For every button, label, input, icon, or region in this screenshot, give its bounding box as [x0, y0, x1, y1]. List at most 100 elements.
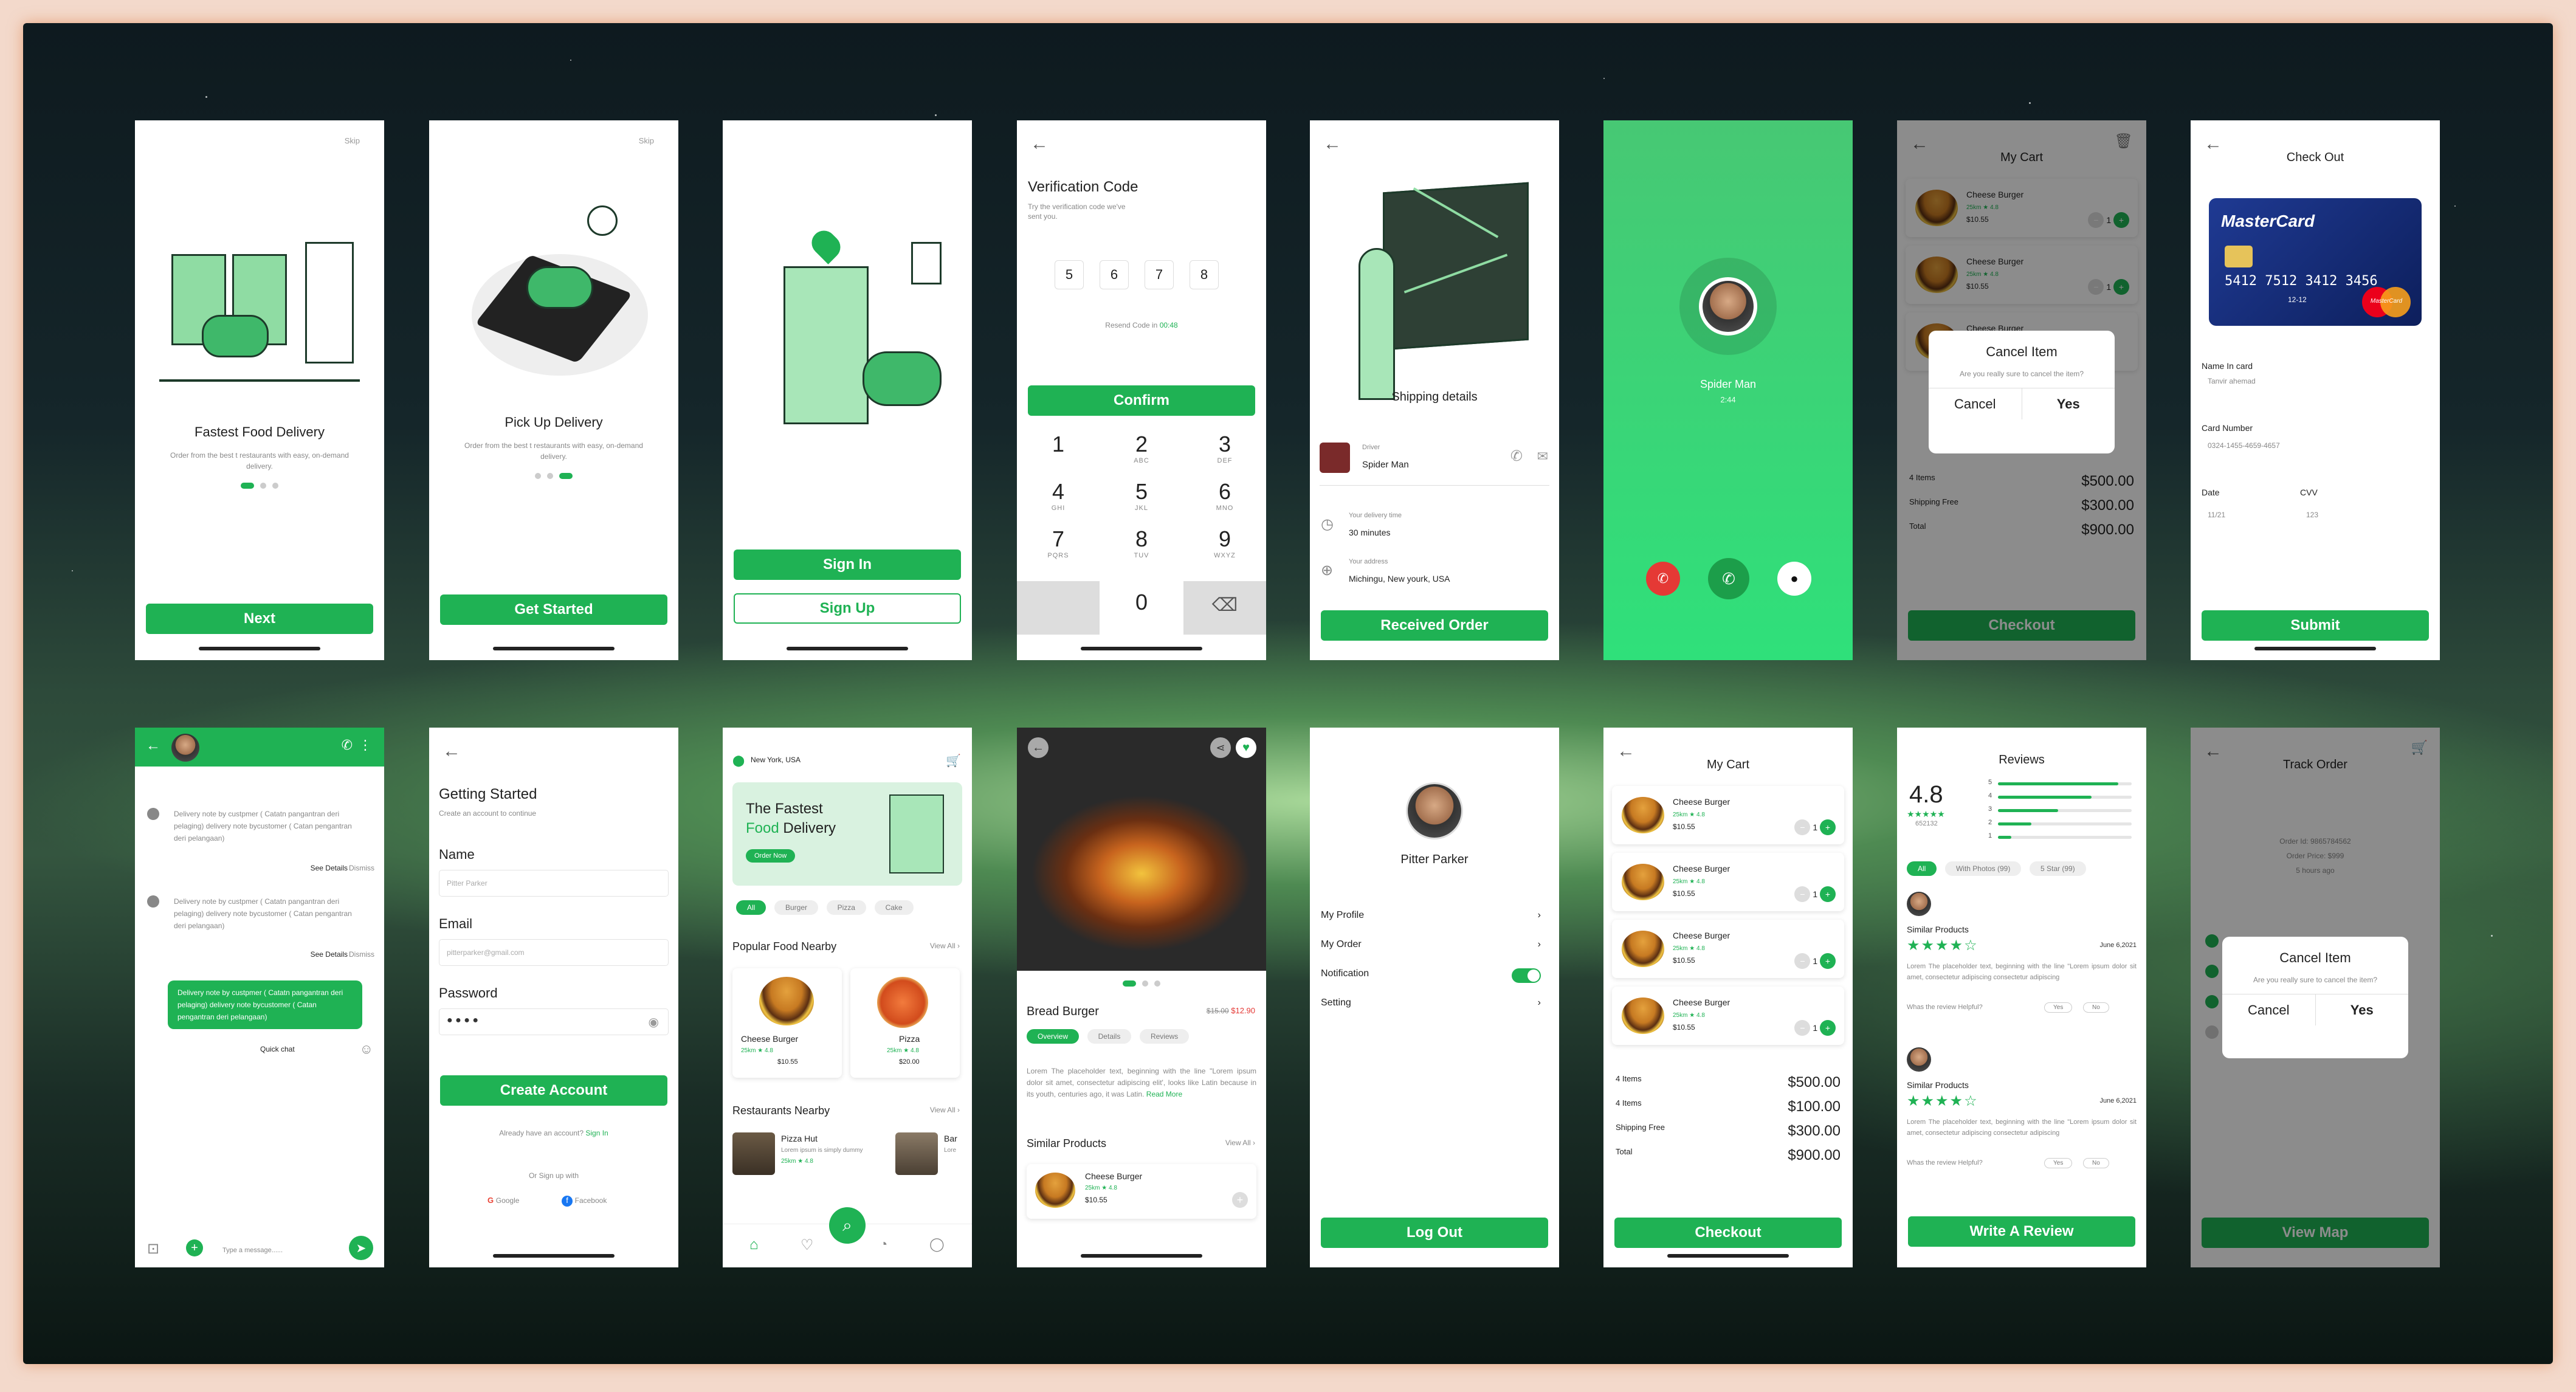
- back-arrow-icon[interactable]: ←: [1323, 134, 1341, 154]
- number-value[interactable]: 0324-1455-4659-4657: [2208, 441, 2280, 450]
- write-review-button[interactable]: Write A Review: [1908, 1216, 2135, 1247]
- accept-call-button[interactable]: ✆: [1708, 558, 1749, 599]
- facebook-button[interactable]: f Facebook: [562, 1196, 607, 1207]
- key-4[interactable]: 4 GHI: [1017, 479, 1100, 520]
- location-label[interactable]: New York, USA: [751, 756, 801, 764]
- menu-my-order[interactable]: My Order ›: [1321, 939, 1541, 950]
- add-to-cart-icon[interactable]: +: [1232, 1192, 1248, 1208]
- share-icon[interactable]: ⋖: [1210, 737, 1231, 758]
- order-now-button[interactable]: Order Now: [746, 849, 796, 863]
- helpful-no-button[interactable]: No: [2083, 1002, 2109, 1013]
- camera-icon[interactable]: ⊡: [147, 1240, 159, 1258]
- food-card[interactable]: Cheese Burger 25km ★ 4.8 $10.55: [732, 968, 842, 1078]
- back-arrow-icon[interactable]: ←: [443, 741, 461, 762]
- name-input[interactable]: Pitter Parker: [439, 870, 669, 897]
- received-order-button[interactable]: Received Order: [1321, 610, 1548, 641]
- confirm-button[interactable]: Confirm: [1028, 385, 1255, 416]
- signin-button[interactable]: Sign In: [734, 550, 961, 580]
- helpful-no-button[interactable]: No: [2083, 1158, 2109, 1168]
- signup-button[interactable]: Sign Up: [734, 593, 961, 624]
- filter-5star[interactable]: 5 Star (99): [2029, 861, 2086, 876]
- message-icon[interactable]: ✉: [1537, 449, 1548, 464]
- tab-reviews[interactable]: Reviews: [1139, 1029, 1190, 1044]
- chip-cake[interactable]: Cake: [874, 900, 914, 915]
- menu-my-profile[interactable]: My Profile ›: [1321, 910, 1541, 921]
- quantity-stepper[interactable]: − 1 +: [1794, 1020, 1836, 1036]
- google-button[interactable]: G Google: [487, 1196, 519, 1205]
- modal-yes-button[interactable]: Yes: [2021, 388, 2115, 419]
- similar-product-card[interactable]: Cheese Burger 25km ★ 4.8 $10.55 +: [1027, 1164, 1256, 1219]
- see-details-link[interactable]: See Details: [311, 864, 348, 872]
- code-digit[interactable]: 6: [1100, 260, 1129, 289]
- cart-icon[interactable]: 🛒: [946, 753, 961, 768]
- key-1[interactable]: 1: [1017, 432, 1100, 473]
- dismiss-link[interactable]: Dismiss: [349, 950, 374, 959]
- search-icon[interactable]: ⌕: [829, 1207, 866, 1244]
- code-digit[interactable]: 5: [1055, 260, 1084, 289]
- modal-cancel-button[interactable]: Cancel: [1929, 388, 2022, 419]
- phone-icon[interactable]: ✆: [342, 737, 353, 753]
- checkout-button[interactable]: Checkout: [1614, 1218, 1842, 1248]
- email-input[interactable]: pitterparker@gmail.com: [439, 939, 669, 966]
- password-input[interactable]: ● ● ● ●: [439, 1008, 669, 1035]
- view-all-link[interactable]: View All ›: [930, 1106, 960, 1114]
- end-call-button[interactable]: ✆: [1646, 562, 1680, 596]
- view-all-link[interactable]: View All ›: [1225, 1139, 1255, 1147]
- chip-pizza[interactable]: Pizza: [826, 900, 866, 915]
- profile-avatar[interactable]: [1406, 782, 1463, 839]
- key-9[interactable]: 9 WXYZ: [1183, 526, 1266, 568]
- heart-icon[interactable]: ♥: [1236, 737, 1256, 758]
- notification-toggle[interactable]: [1512, 968, 1541, 983]
- logout-button[interactable]: Log Out: [1321, 1218, 1548, 1248]
- key-5[interactable]: 5 JKL: [1100, 479, 1183, 520]
- send-icon[interactable]: ➤: [349, 1236, 373, 1260]
- food-card[interactable]: Pizza 25km ★ 4.8 $20.00: [850, 968, 960, 1078]
- dismiss-link[interactable]: Dismiss: [349, 864, 374, 872]
- chip-all[interactable]: All: [736, 900, 766, 915]
- back-arrow-icon[interactable]: ←: [1030, 134, 1049, 154]
- get-started-button[interactable]: Get Started: [440, 594, 667, 625]
- modal-cancel-button[interactable]: Cancel: [2222, 994, 2315, 1025]
- home-icon[interactable]: ⌂: [749, 1236, 759, 1253]
- key-2[interactable]: 2 ABC: [1100, 432, 1183, 473]
- name-value[interactable]: Tanvir ahemad: [2208, 377, 2256, 385]
- key-7[interactable]: 7 PQRS: [1017, 526, 1100, 568]
- filter-all[interactable]: All: [1907, 861, 1937, 876]
- helpful-yes-button[interactable]: Yes: [2044, 1158, 2073, 1168]
- submit-button[interactable]: Submit: [2202, 610, 2429, 641]
- quick-chat-label[interactable]: Quick chat: [260, 1045, 295, 1053]
- message-input[interactable]: Type a message......: [222, 1247, 283, 1254]
- chip-burger[interactable]: Burger: [774, 900, 818, 915]
- create-account-button[interactable]: Create Account: [440, 1075, 667, 1106]
- read-more-link[interactable]: Read More: [1146, 1090, 1182, 1098]
- back-arrow-icon[interactable]: ←: [146, 737, 160, 754]
- backspace-icon[interactable]: ⌫: [1183, 581, 1266, 635]
- signin-link[interactable]: Sign In: [585, 1129, 608, 1137]
- emoji-icon[interactable]: ☺: [360, 1041, 373, 1057]
- chat-bubble-icon[interactable]: ●: [1777, 562, 1811, 596]
- more-vertical-icon[interactable]: ⋮: [359, 737, 372, 753]
- phone-icon[interactable]: ✆: [1510, 447, 1523, 465]
- key-3[interactable]: 3 DEF: [1183, 432, 1266, 473]
- code-digit[interactable]: 7: [1145, 260, 1174, 289]
- skip-link[interactable]: Skip: [639, 136, 654, 145]
- promo-banner[interactable]: The Fastest Food Delivery Order Now: [732, 782, 962, 886]
- skip-link[interactable]: Skip: [345, 136, 360, 145]
- tab-details[interactable]: Details: [1087, 1029, 1132, 1044]
- user-icon[interactable]: ◯: [929, 1236, 945, 1252]
- eye-icon[interactable]: ◉: [649, 1015, 659, 1030]
- back-arrow-icon[interactable]: ←: [1028, 737, 1049, 758]
- cvv-value[interactable]: 123: [2306, 511, 2318, 519]
- key-6[interactable]: 6 MNO: [1183, 479, 1266, 520]
- helpful-yes-button[interactable]: Yes: [2044, 1002, 2073, 1013]
- heart-icon[interactable]: ♡: [801, 1236, 814, 1254]
- quantity-stepper[interactable]: − 1 +: [1794, 886, 1836, 902]
- bell-icon[interactable]: ◔: [880, 1236, 887, 1252]
- modal-yes-button[interactable]: Yes: [2315, 994, 2409, 1025]
- next-button[interactable]: Next: [146, 604, 373, 634]
- add-icon[interactable]: +: [186, 1239, 203, 1256]
- restaurant-name[interactable]: Pizza Hut: [781, 1134, 818, 1143]
- view-all-link[interactable]: View All ›: [930, 942, 960, 950]
- key-8[interactable]: 8 TUV: [1100, 526, 1183, 568]
- quantity-stepper[interactable]: − 1 +: [1794, 819, 1836, 835]
